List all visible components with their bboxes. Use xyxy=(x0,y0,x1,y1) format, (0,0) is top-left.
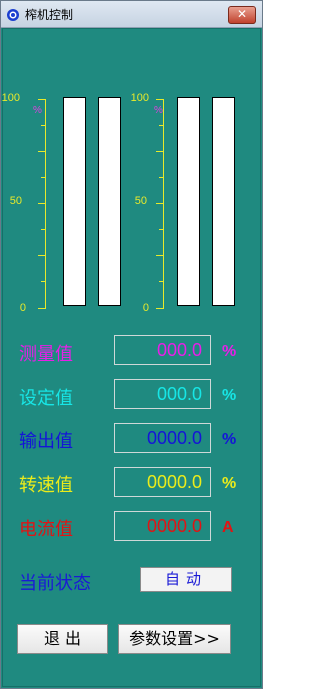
reading-label-speed: 转速值 xyxy=(19,475,73,496)
app-gear-icon xyxy=(6,7,20,21)
reading-value-setpoint[interactable]: 000.0 xyxy=(114,379,211,409)
parameter-settings-button[interactable]: 参数设置>> xyxy=(118,624,231,654)
reading-unit-setpoint: % xyxy=(222,387,237,404)
mode-button[interactable]: 自动 xyxy=(140,567,232,592)
client-area: 100 50 0 % 100 50 0 % 测量值 000.0 % 设定值 00… xyxy=(2,28,261,687)
window-title: 榨机控制 xyxy=(25,8,74,22)
reading-label-measured: 测量值 xyxy=(19,344,73,365)
scale-max-label: 100 xyxy=(130,92,149,104)
gauge-bar xyxy=(98,97,121,306)
control-window: 榨机控制 ✕ 100 50 0 % 100 50 0 % 测量值 000.0 %… xyxy=(0,0,263,689)
gauge-scale xyxy=(153,99,165,309)
gauge-bar xyxy=(212,97,235,306)
scale-mid-label: 50 xyxy=(134,195,147,207)
reading-value-current[interactable]: 0000.0 xyxy=(114,511,211,541)
reading-value-output[interactable]: 0000.0 xyxy=(114,423,211,453)
gauge-scale xyxy=(35,99,47,309)
gauge-bar xyxy=(177,97,200,306)
title-bar[interactable]: 榨机控制 ✕ xyxy=(1,1,262,28)
reading-value-measured[interactable]: 000.0 xyxy=(114,335,211,365)
scale-min-label: 0 xyxy=(142,302,149,314)
reading-unit-measured: % xyxy=(222,343,237,360)
reading-label-setpoint: 设定值 xyxy=(19,388,73,409)
close-button[interactable]: ✕ xyxy=(228,6,256,24)
reading-value-speed[interactable]: 0000.0 xyxy=(114,467,211,497)
gauge-bar xyxy=(63,97,86,306)
scale-max-label: 100 xyxy=(1,92,20,104)
scale-min-label: 0 xyxy=(19,302,26,314)
reading-label-current: 电流值 xyxy=(19,519,73,540)
reading-unit-output: % xyxy=(222,431,237,448)
status-label: 当前状态 xyxy=(19,573,91,594)
reading-unit-speed: % xyxy=(222,475,237,492)
reading-unit-current: A xyxy=(222,519,234,536)
scale-mid-label: 50 xyxy=(9,195,22,207)
reading-label-output: 输出值 xyxy=(19,431,73,452)
exit-button[interactable]: 退 出 xyxy=(17,624,108,654)
